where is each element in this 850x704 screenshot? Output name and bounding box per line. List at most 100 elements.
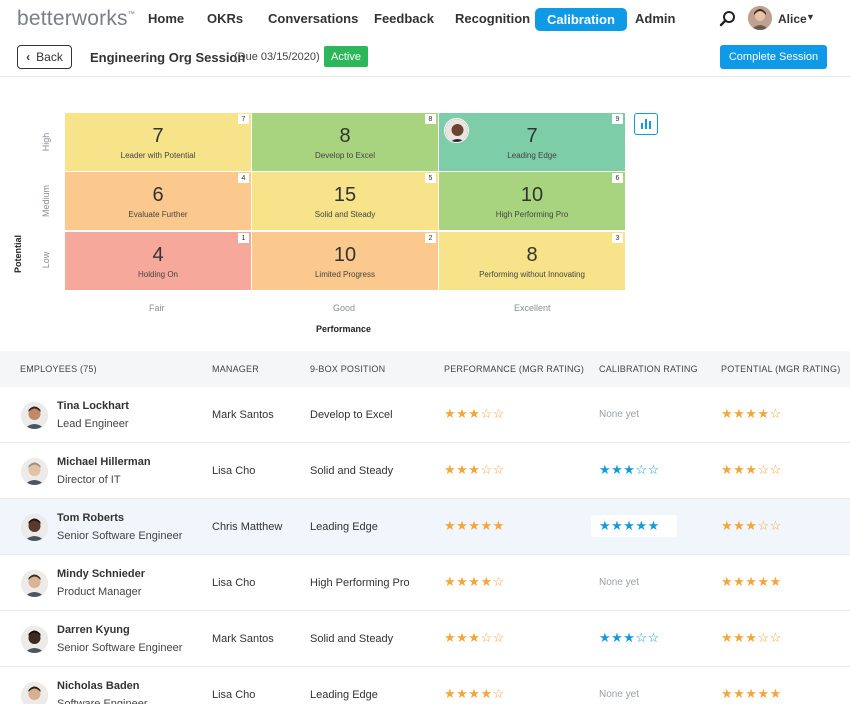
box-number: 7 [238, 114, 249, 124]
calibration-none: None yet [599, 577, 640, 588]
cell-count: 15 [333, 183, 357, 206]
bar-chart-icon[interactable] [634, 113, 658, 135]
employee-title: Senior Software Engineer [57, 642, 183, 654]
top-nav: betterworks™ Home OKRs Conversations Fee… [0, 0, 850, 38]
box-number: 6 [612, 173, 623, 183]
table-row[interactable]: Mindy Schnieder Product Manager Lisa Cho… [0, 555, 850, 611]
performance-rating-stars: ★★★☆☆ [444, 406, 505, 421]
employee-name[interactable]: Tom Roberts [57, 512, 124, 524]
nav-feedback[interactable]: Feedback [374, 11, 434, 26]
performance-rating-stars: ★★★★☆ [444, 686, 505, 701]
cell-count: 7 [152, 124, 164, 147]
cell-count: 10 [333, 243, 357, 266]
performance-rating-stars: ★★★☆☆ [444, 462, 505, 477]
avatar[interactable] [21, 514, 48, 541]
table-header: EMPLOYEES (75) MANAGER 9-BOX POSITION PE… [0, 351, 850, 387]
complete-session-button[interactable]: Complete Session [720, 45, 827, 69]
employee-title: Senior Software Engineer [57, 530, 183, 542]
cell-count: 10 [520, 183, 544, 206]
back-button[interactable]: ‹ Back [17, 45, 72, 69]
calibration-rating-stars[interactable]: ★★★★★ [599, 519, 660, 533]
manager-name: Mark Santos [212, 409, 274, 421]
employee-name[interactable]: Nicholas Baden [57, 680, 140, 692]
employee-title: Software Engineer [57, 698, 148, 704]
calibration-none: None yet [599, 689, 640, 700]
betterworks-logo[interactable]: betterworks™ [17, 7, 135, 31]
cell-count: 8 [339, 124, 351, 147]
cell-label: Limited Progress [314, 269, 376, 279]
nav-okrs[interactable]: OKRs [207, 11, 243, 26]
manager-name: Mark Santos [212, 633, 274, 645]
col-header-performance[interactable]: PERFORMANCE (MGR RATING) [444, 364, 584, 374]
col-header-employees[interactable]: EMPLOYEES (75) [20, 364, 97, 374]
grid-cell-holding-on[interactable]: 4 Holding On 1 [65, 232, 251, 290]
user-name[interactable]: Alice [778, 12, 807, 26]
nine-box-grid: Potential High Medium Low 7 Leader with … [0, 77, 850, 351]
nav-calibration[interactable]: Calibration [535, 8, 627, 31]
user-avatar[interactable] [748, 6, 772, 30]
cell-label: Evaluate Further [128, 209, 188, 219]
col-label-excellent: Excellent [514, 303, 551, 313]
avatar[interactable] [21, 402, 48, 429]
nav-conversations[interactable]: Conversations [268, 11, 358, 26]
potential-rating-stars: ★★★★☆ [721, 406, 782, 421]
cell-count: 8 [526, 243, 538, 266]
manager-name: Lisa Cho [212, 689, 256, 701]
avatar[interactable] [21, 682, 48, 704]
table-row[interactable]: Tina Lockhart Lead Engineer Mark Santos … [0, 387, 850, 443]
employee-title: Product Manager [57, 586, 142, 598]
employee-name[interactable]: Darren Kyung [57, 624, 130, 636]
employee-name[interactable]: Mindy Schnieder [57, 568, 145, 580]
nine-box-position: Solid and Steady [310, 633, 394, 645]
x-axis-label: Performance [316, 324, 372, 334]
grid-cell-limited-progress[interactable]: 10 Limited Progress 2 [252, 232, 438, 290]
nav-home[interactable]: Home [148, 11, 184, 26]
employee-title: Lead Engineer [57, 418, 129, 430]
performance-rating-stars: ★★★★☆ [444, 574, 505, 589]
grid-cell-evaluate-further[interactable]: 6 Evaluate Further 4 [65, 172, 251, 230]
cell-count: 7 [526, 124, 538, 147]
col-header-potential[interactable]: POTENTIAL (MGR RATING) [721, 364, 840, 374]
calibration-rating-stars[interactable]: ★★★☆☆ [599, 631, 660, 645]
employee-title: Director of IT [57, 474, 121, 486]
nine-box-position: High Performing Pro [310, 577, 410, 589]
cell-label: High Performing Pro [495, 209, 569, 219]
grid-cell-develop-to-excel[interactable]: 8 Develop to Excel 8 [252, 113, 438, 171]
avatar[interactable] [21, 570, 48, 597]
nav-recognition[interactable]: Recognition [455, 11, 530, 26]
cell-label: Leader with Potential [120, 150, 196, 160]
avatar[interactable] [21, 626, 48, 653]
grid-cell-performing-without-innovating[interactable]: 8 Performing without Innovating 3 [439, 232, 625, 290]
manager-name: Lisa Cho [212, 577, 256, 589]
potential-rating-stars: ★★★☆☆ [721, 462, 782, 477]
potential-rating-stars: ★★★★★ [721, 686, 782, 701]
box-number: 8 [425, 114, 436, 124]
cell-label: Develop to Excel [314, 150, 376, 160]
chevron-down-icon[interactable]: ▼ [806, 12, 815, 22]
nav-admin[interactable]: Admin [635, 11, 675, 26]
grid-cell-high-performing-pro[interactable]: 10 High Performing Pro 6 [439, 172, 625, 230]
box-number: 1 [238, 233, 249, 243]
table-row[interactable]: Nicholas Baden Software Engineer Lisa Ch… [0, 667, 850, 704]
row-label-medium: Medium [41, 185, 51, 218]
grid-cell-leader-with-potential[interactable]: 7 Leader with Potential 7 [65, 113, 251, 171]
box-number: 9 [612, 114, 623, 124]
due-date: (Due 03/15/2020) [234, 51, 320, 63]
grid-cell-leading-edge[interactable]: 7 Leading Edge 9 [439, 113, 625, 171]
table-row[interactable]: Michael Hillerman Director of IT Lisa Ch… [0, 443, 850, 499]
box-number: 4 [238, 173, 249, 183]
employee-avatar[interactable] [444, 118, 469, 143]
calibration-rating-stars[interactable]: ★★★☆☆ [599, 463, 660, 477]
employee-name[interactable]: Tina Lockhart [57, 400, 129, 412]
avatar[interactable] [21, 458, 48, 485]
col-header-9box[interactable]: 9-BOX POSITION [310, 364, 385, 374]
table-row[interactable]: Darren Kyung Senior Software Engineer Ma… [0, 611, 850, 667]
employee-name[interactable]: Michael Hillerman [57, 456, 151, 468]
search-icon[interactable] [719, 10, 737, 28]
table-row[interactable]: Tom Roberts Senior Software Engineer Chr… [0, 499, 850, 555]
grid-cell-solid-and-steady[interactable]: 15 Solid and Steady 5 [252, 172, 438, 230]
box-number: 5 [425, 173, 436, 183]
col-header-calibration[interactable]: CALIBRATION RATING [599, 364, 698, 374]
col-header-manager[interactable]: MANAGER [212, 364, 259, 374]
potential-rating-stars: ★★★☆☆ [721, 630, 782, 645]
